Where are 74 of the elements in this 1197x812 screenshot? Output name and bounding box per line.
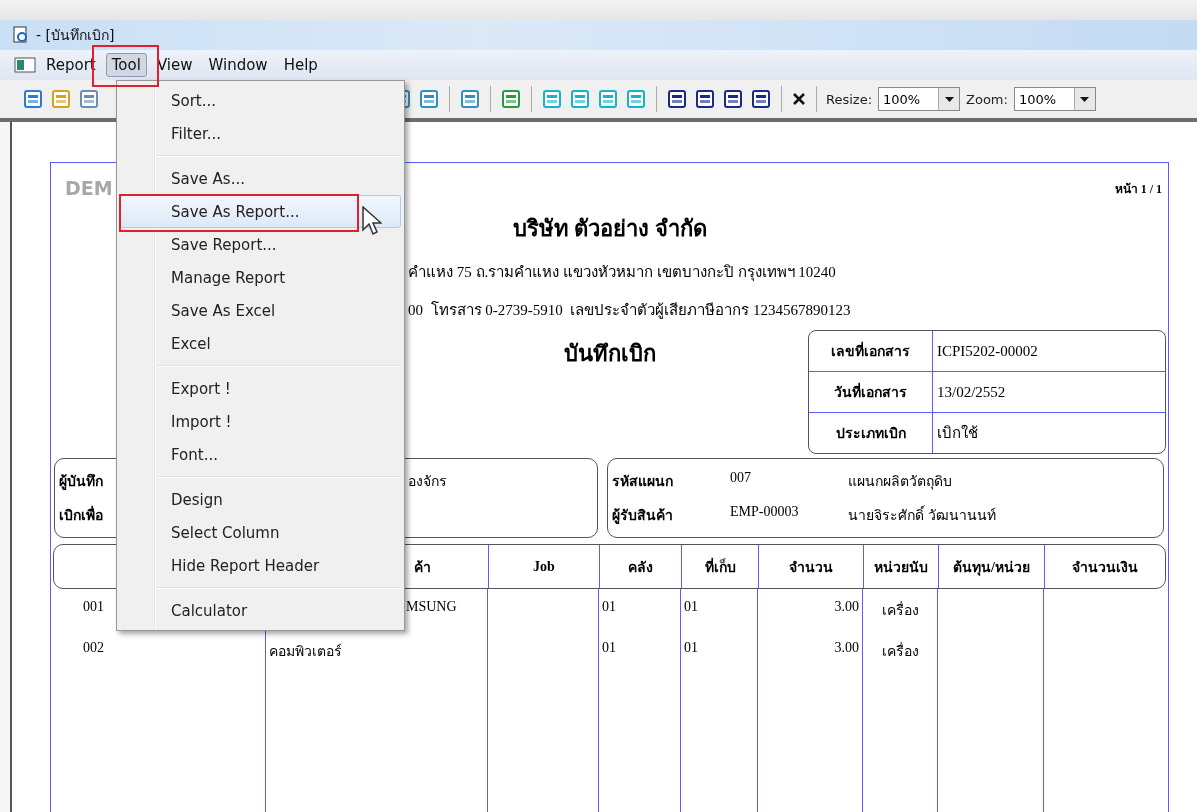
resize-dropdown[interactable]: 100% (878, 87, 961, 111)
company-contact: 00 โทรสาร 0-2739-5910 เลขประจำตัวผู้เสียภาษีอากร 1234567890123 (408, 302, 851, 318)
menu-item[interactable]: Excel (120, 327, 401, 360)
table-cell: เครื่อง (881, 603, 919, 618)
window-title: - [บันทึกเบิก] (36, 26, 115, 45)
menu-item[interactable]: Save Report... (120, 228, 401, 261)
menu-title[interactable]: Help (277, 53, 324, 77)
app-icon (12, 26, 30, 44)
table-cell: 002 (83, 640, 104, 655)
toolbar-icon[interactable] (722, 88, 744, 110)
table-cell: 3.00 (834, 640, 859, 655)
column-header: Job (533, 558, 555, 575)
column-header: ค้า (413, 558, 431, 577)
field-code: 007 (730, 470, 752, 487)
document-icon[interactable] (14, 56, 36, 74)
field-label: รหัสแผนก (612, 473, 673, 491)
table-cell: 3.00 (834, 599, 859, 614)
field-value: 13/02/2552 (936, 382, 1007, 402)
column-header: ที่เก็บ (704, 556, 736, 577)
field-value: องจักร (408, 473, 448, 491)
column-header: หน่วยนับ (874, 558, 928, 577)
field-label: ผู้บันทึก (59, 472, 103, 492)
menu-item[interactable]: Export ! (120, 372, 401, 405)
table-cell: คอมพิวเตอร์ (269, 644, 342, 659)
column-header: คลัง (628, 558, 653, 577)
zoom-label: Zoom: (966, 91, 1008, 107)
menu-item[interactable]: Manage Report (120, 261, 401, 294)
table-cell: MSUNG (406, 599, 457, 614)
menu-item[interactable]: Design (120, 483, 401, 516)
field-label: ประเภทเบิก (809, 413, 933, 453)
table-cell: 001 (83, 599, 104, 614)
menu-item[interactable]: Font... (120, 438, 401, 471)
page-number: หน้า 1 / 1 (1114, 180, 1162, 198)
toolbar-icon[interactable] (666, 88, 688, 110)
menu-item[interactable]: Hide Report Header (120, 549, 401, 582)
menu-title[interactable]: View (150, 53, 199, 77)
table-cell: 01 (684, 640, 698, 655)
cursor-icon (362, 206, 382, 236)
table-cell: 01 (602, 640, 616, 655)
menu-item[interactable]: Save As Excel (120, 294, 401, 327)
column-header: จำนวนเงิน (1071, 558, 1138, 577)
zoom-dropdown[interactable]: 100% (1013, 87, 1096, 111)
field-label: วันที่เอกสาร (809, 372, 933, 412)
column-header: จำนวน (789, 558, 833, 577)
field-label: ผู้รับสินค้า (612, 507, 673, 526)
company-address: คำแหง 75 ถ.รามคำแหง แขวงหัวหมาก เขตบางกะปิ กรุงเทพฯ 10240 (408, 264, 836, 280)
field-value: ICPI5202-00002 (936, 341, 1039, 361)
menu-item[interactable]: Import ! (120, 405, 401, 438)
table-cell: 01 (602, 599, 616, 614)
table-cell: 01 (684, 599, 698, 614)
menu-item[interactable]: Save As... (120, 162, 401, 195)
menu-title[interactable]: Window (202, 53, 274, 77)
resize-label: Resize: (826, 91, 873, 107)
field-value: นายจิระศักดิ์ วัฒนานนท์ (848, 504, 1163, 526)
document-title: บันทึกเบิก (563, 340, 656, 368)
menu-item[interactable]: Sort... (120, 84, 401, 117)
caret-icon (944, 96, 954, 102)
field-label: เลขที่เอกสาร (809, 331, 933, 371)
menu-title[interactable]: Tool (105, 53, 147, 77)
menu-item[interactable]: Select Column (120, 516, 401, 549)
column-header: ต้นทุน/หน่วย (953, 558, 1030, 578)
table-cell: เครื่อง (881, 644, 919, 659)
field-label: เบิกเพื่อ (59, 504, 103, 526)
caret-icon (1080, 96, 1090, 102)
toolbar-icon[interactable] (750, 88, 772, 110)
field-value: แผนกผลิตวัตถุดิบ (848, 473, 953, 492)
menu-item[interactable]: Filter... (120, 117, 401, 150)
field-value: เบิกใช้ (936, 423, 979, 443)
company-name: บริษัท ตัวอย่าง จำกัด (512, 216, 707, 241)
toolbar-icon[interactable] (694, 88, 716, 110)
menu-item[interactable]: Calculator (120, 594, 401, 627)
field-code: EMP-00003 (730, 504, 800, 521)
watermark-text: DEM (65, 177, 113, 199)
close-icon[interactable] (791, 91, 807, 107)
